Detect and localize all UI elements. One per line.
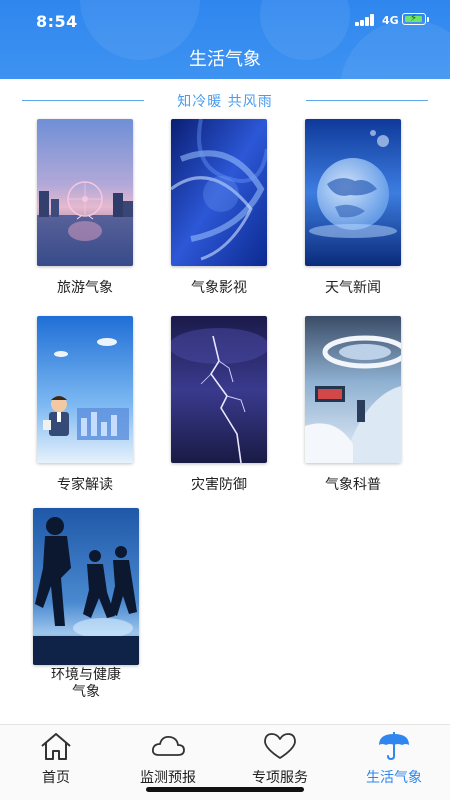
travel-weather-image [37, 119, 133, 266]
tile-label: 旅游气象 [57, 280, 113, 296]
weather-video-image [171, 119, 267, 266]
expert-interpretation-image [37, 316, 133, 463]
tile-label: 天气新闻 [325, 280, 381, 296]
disaster-defense-image [171, 316, 267, 463]
tab-label: 生活气象 [366, 770, 422, 786]
tagline-divider-right [306, 100, 428, 101]
tagline: 知冷暖 共风雨 [177, 94, 273, 110]
tile-weather-science[interactable]: 气象科普 [305, 316, 405, 494]
page-title: 生活气象 [189, 49, 261, 70]
tile-label: 灾害防御 [191, 477, 247, 493]
tile-label: 气象影视 [191, 280, 247, 296]
tab-home[interactable]: 首页 [0, 725, 112, 795]
cloud-icon [151, 735, 185, 756]
weather-news-image [305, 119, 401, 266]
tab-special-services[interactable]: 专项服务 [224, 725, 336, 795]
battery-icon: ⚡ [402, 13, 429, 25]
tile-environment-health[interactable]: 环境与健康 气象 [33, 508, 139, 701]
home-icon [41, 733, 71, 760]
tab-monitoring-forecast[interactable]: 监测预报 [112, 725, 224, 795]
tab-label: 首页 [42, 770, 70, 786]
heart-icon [264, 733, 296, 759]
network-type: 4G [382, 14, 399, 27]
tile-weather-video[interactable]: 气象影视 [171, 119, 271, 297]
tile-label: 环境与健康 气象 [51, 667, 121, 700]
tile-weather-news[interactable]: 天气新闻 [305, 119, 405, 297]
weather-science-image [305, 316, 401, 463]
environment-health-image [33, 508, 139, 665]
app-header: 8:54 4G ⚡ 生活气象 [0, 0, 450, 79]
status-bar: 8:54 4G ⚡ [0, 0, 450, 40]
tab-life-weather[interactable]: 生活气象 [338, 725, 450, 795]
tile-expert-interpretation[interactable]: 专家解读 [37, 316, 137, 494]
tile-label: 专家解读 [57, 477, 113, 493]
tile-disaster-defense[interactable]: 灾害防御 [171, 316, 271, 494]
signal-icon [355, 14, 377, 26]
tile-travel-weather[interactable]: 旅游气象 [37, 119, 137, 297]
tagline-row: 知冷暖 共风雨 [22, 89, 428, 113]
umbrella-icon [379, 732, 409, 761]
tile-label: 气象科普 [325, 477, 381, 493]
tab-label: 监测预报 [140, 770, 196, 786]
status-time: 8:54 [36, 12, 78, 31]
tab-label: 专项服务 [252, 770, 308, 786]
home-indicator [146, 787, 304, 792]
